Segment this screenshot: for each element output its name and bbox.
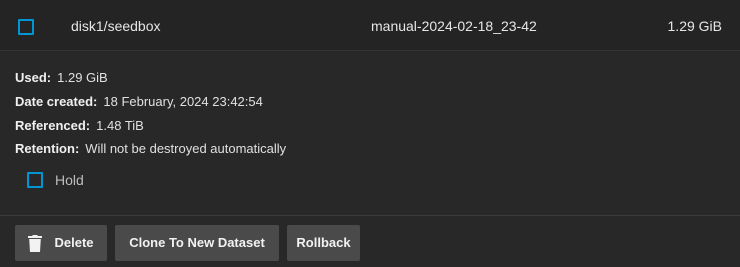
rollback-button[interactable]: Rollback [287, 225, 360, 261]
divider [0, 215, 740, 216]
used-label: Used: [15, 70, 52, 85]
detail-date-created: Date created: 18 February, 2024 23:42:54 [15, 94, 263, 110]
snapshot-row[interactable]: disk1/seedbox manual-2024-02-18_23-42 1.… [0, 0, 740, 51]
used-value: 1.29 GiB [57, 70, 108, 85]
hold-checkbox[interactable] [27, 172, 43, 188]
referenced-label: Referenced: [15, 118, 91, 133]
clone-to-new-dataset-button[interactable]: Clone To New Dataset [115, 225, 279, 261]
rollback-label: Rollback [296, 235, 351, 250]
clone-label: Clone To New Dataset [129, 235, 265, 250]
detail-retention: Retention: Will not be destroyed automati… [15, 141, 286, 157]
row-select-checkbox[interactable] [18, 19, 34, 35]
dataset-name: disk1/seedbox [71, 18, 161, 34]
detail-referenced: Referenced: 1.48 TiB [15, 118, 144, 134]
retention-value: Will not be destroyed automatically [85, 141, 287, 156]
delete-label: Delete [54, 235, 94, 250]
delete-button[interactable]: Delete [15, 225, 107, 261]
retention-label: Retention: [15, 141, 80, 156]
date-created-value: 18 February, 2024 23:42:54 [103, 94, 263, 109]
referenced-value: 1.48 TiB [96, 118, 144, 133]
detail-used: Used: 1.29 GiB [15, 70, 108, 86]
date-created-label: Date created: [15, 94, 98, 109]
used-size: 1.29 GiB [667, 18, 722, 34]
trash-icon [28, 235, 42, 252]
hold-label[interactable]: Hold [55, 172, 84, 188]
snapshot-name: manual-2024-02-18_23-42 [371, 18, 537, 34]
